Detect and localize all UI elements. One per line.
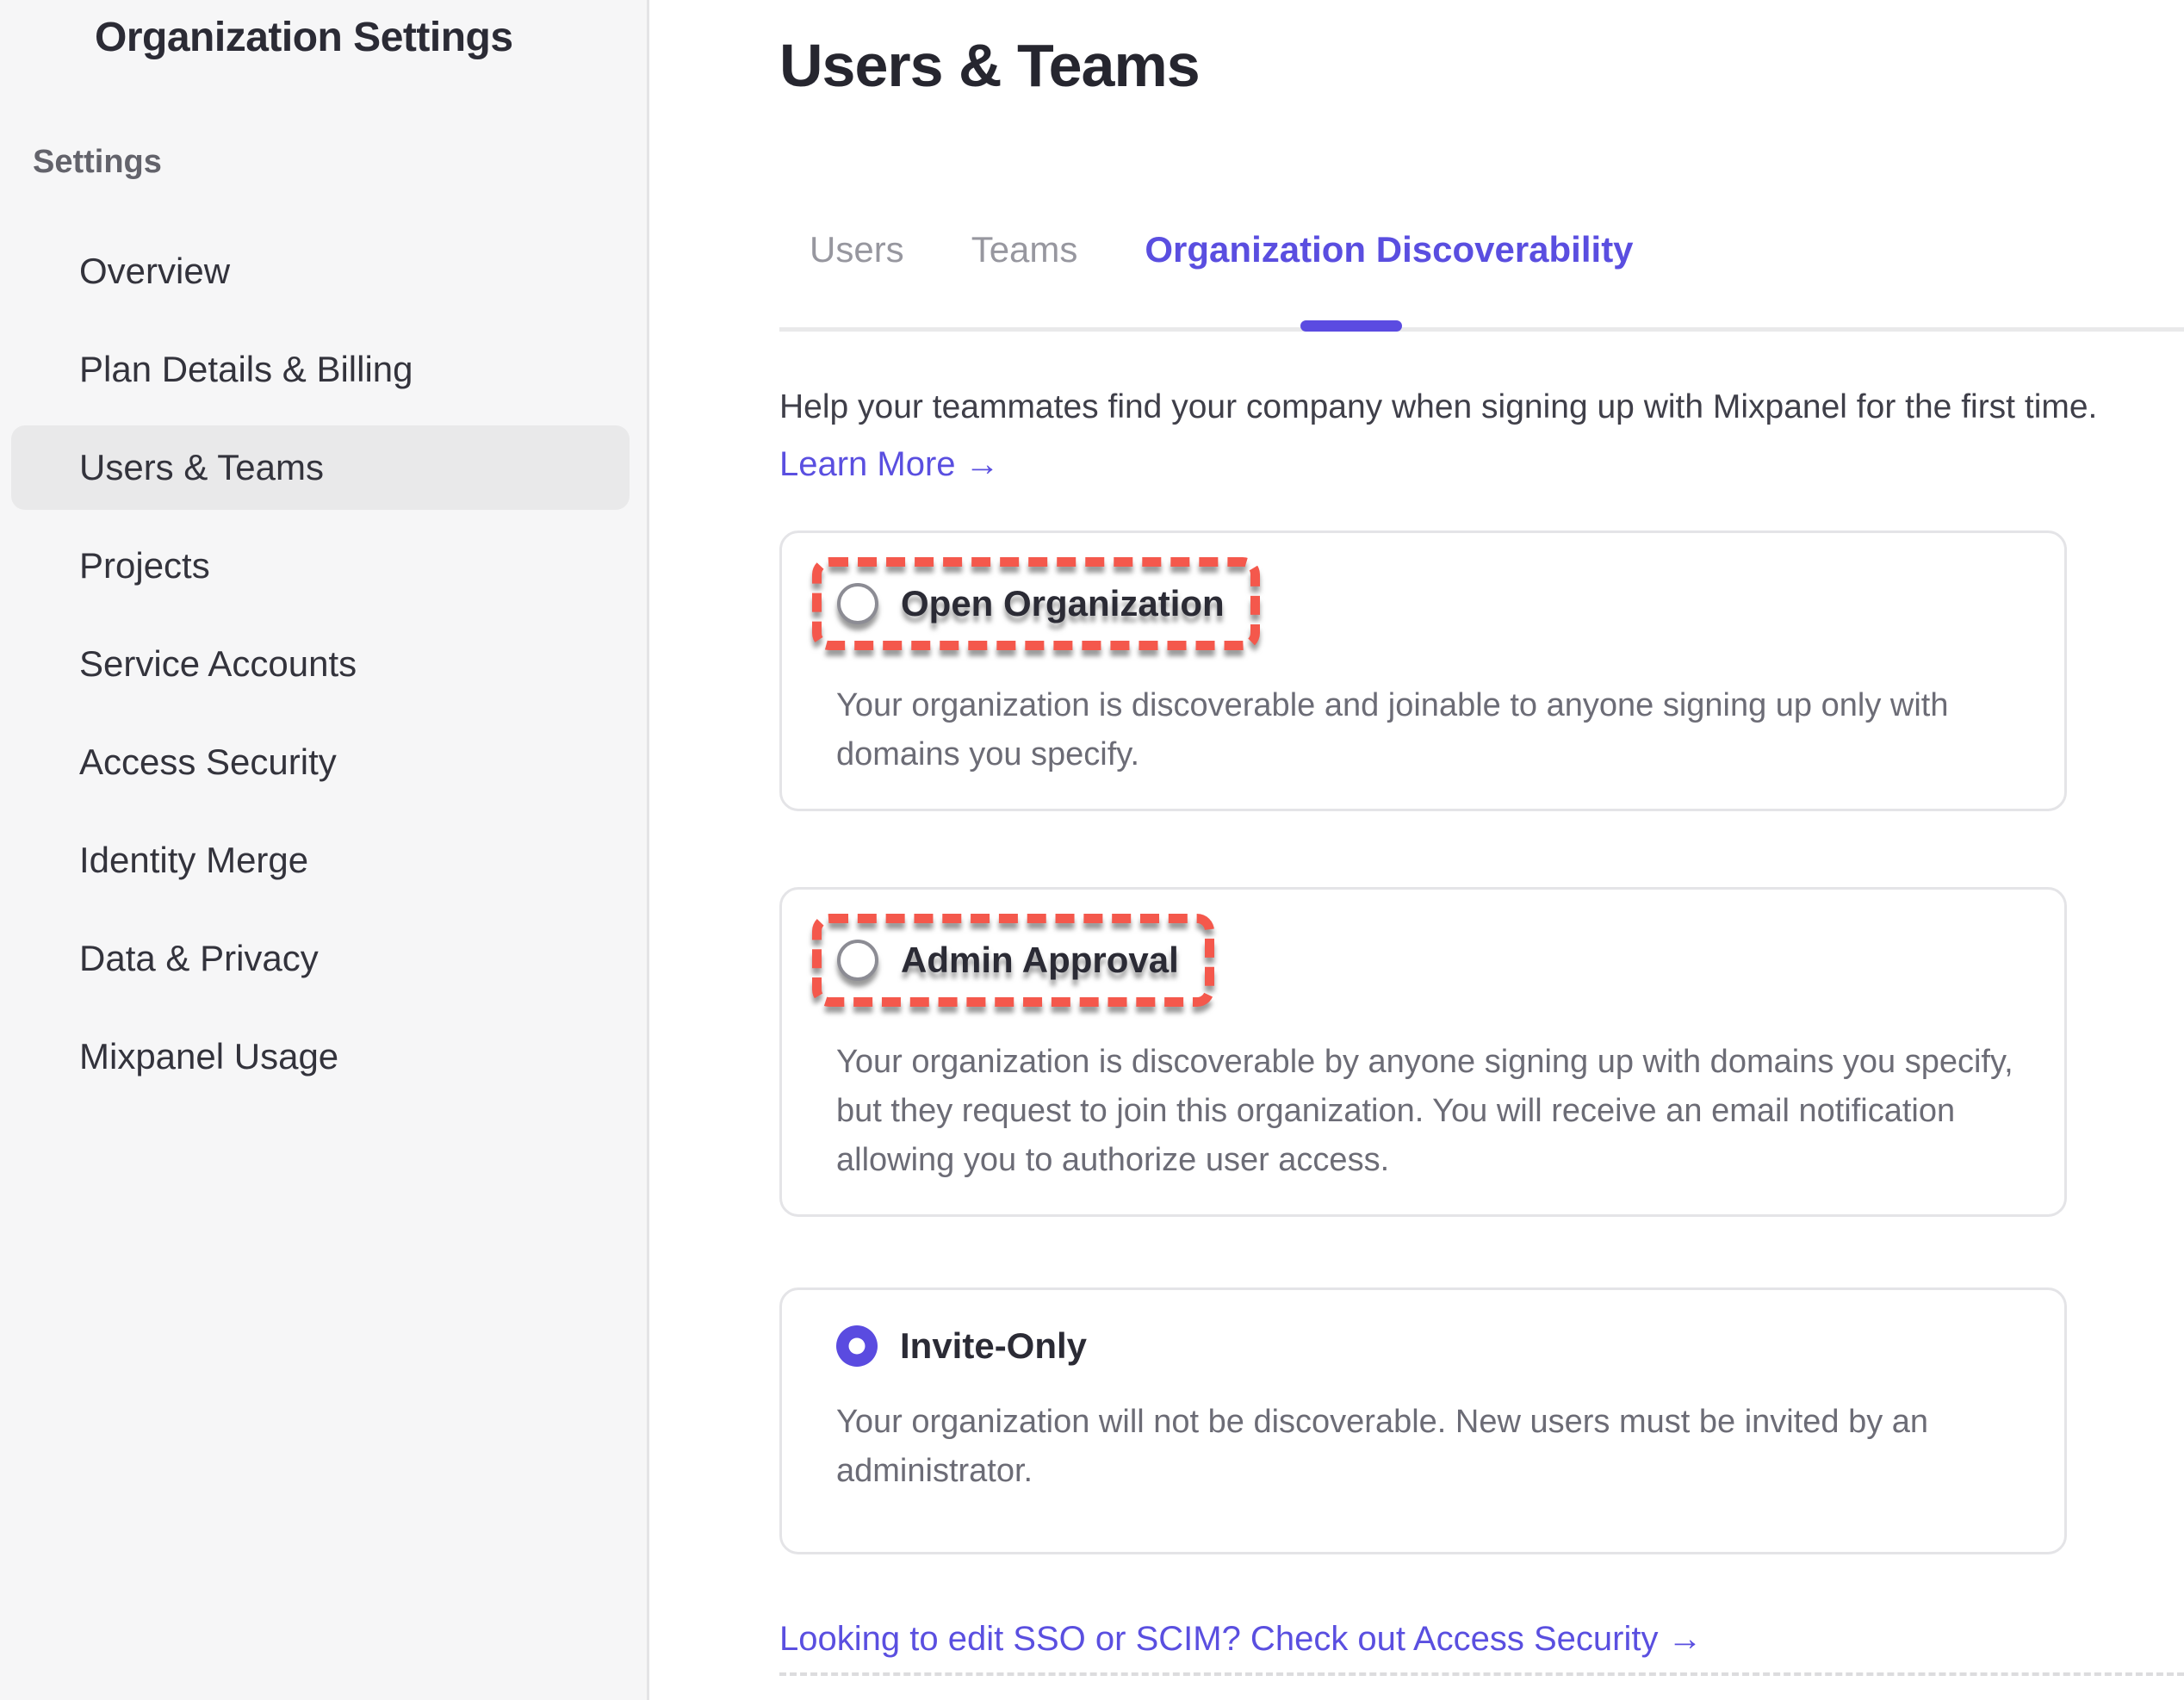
sidebar-item-data-privacy[interactable]: Data & Privacy (0, 909, 647, 1008)
tab-divider-line (779, 327, 2184, 332)
settings-sidebar: Organization Settings Settings Overview … (0, 0, 649, 1700)
page-title: Users & Teams (779, 31, 2067, 100)
sidebar-item-mixpanel-usage[interactable]: Mixpanel Usage (0, 1008, 647, 1106)
tab-users[interactable]: Users (810, 229, 904, 270)
option-description: Your organization will not be discoverab… (836, 1398, 2043, 1496)
option-card-admin-approval: Admin Approval Your organization is disc… (779, 887, 2067, 1217)
radio-invite-only[interactable] (836, 1325, 878, 1367)
option-card-invite-only: Invite-Only Your organization will not b… (779, 1287, 2067, 1554)
radio-admin-approval[interactable] (837, 940, 878, 981)
option-description: Your organization is discoverable by any… (836, 1038, 2043, 1185)
intro-text: Help your teammates find your company wh… (779, 388, 2067, 426)
option-card-open-organization: Open Organization Your organization is d… (779, 530, 2067, 811)
option-row: Invite-Only (836, 1325, 2043, 1367)
option-label: Invite-Only (900, 1325, 1087, 1367)
main-content: Users & Teams Users Teams Organization D… (652, 0, 2184, 1700)
sidebar-item-projects[interactable]: Projects (0, 517, 647, 615)
sidebar-item-plan-details-billing[interactable]: Plan Details & Billing (0, 320, 647, 419)
option-label: Open Organization (901, 583, 1225, 624)
learn-more-link[interactable]: Learn More → (779, 445, 1000, 484)
red-annotation-box: Admin Approval (812, 914, 1214, 1007)
tab-organization-discoverability[interactable]: Organization Discoverability (1145, 229, 1633, 270)
radio-open-organization[interactable] (837, 583, 878, 624)
sidebar-item-service-accounts[interactable]: Service Accounts (0, 615, 647, 713)
tab-teams[interactable]: Teams (971, 229, 1078, 270)
sidebar-title: Organization Settings (95, 14, 647, 61)
sidebar-item-identity-merge[interactable]: Identity Merge (0, 811, 647, 909)
bottom-divider (779, 1672, 2184, 1676)
option-label: Admin Approval (901, 940, 1179, 981)
tab-bar: Users Teams Organization Discoverability (779, 229, 2067, 270)
option-description: Your organization is discoverable and jo… (836, 681, 2043, 779)
sidebar-item-overview[interactable]: Overview (0, 222, 647, 320)
access-security-link[interactable]: Looking to edit SSO or SCIM? Check out A… (779, 1620, 1703, 1659)
sidebar-nav: Overview Plan Details & Billing Users & … (0, 222, 647, 1106)
sidebar-section-label: Settings (33, 144, 647, 181)
red-annotation-box: Open Organization (812, 557, 1260, 650)
sidebar-item-users-teams[interactable]: Users & Teams (11, 425, 630, 510)
active-tab-indicator (1300, 320, 1402, 332)
sidebar-item-access-security[interactable]: Access Security (0, 713, 647, 811)
tab-divider (779, 327, 2184, 332)
